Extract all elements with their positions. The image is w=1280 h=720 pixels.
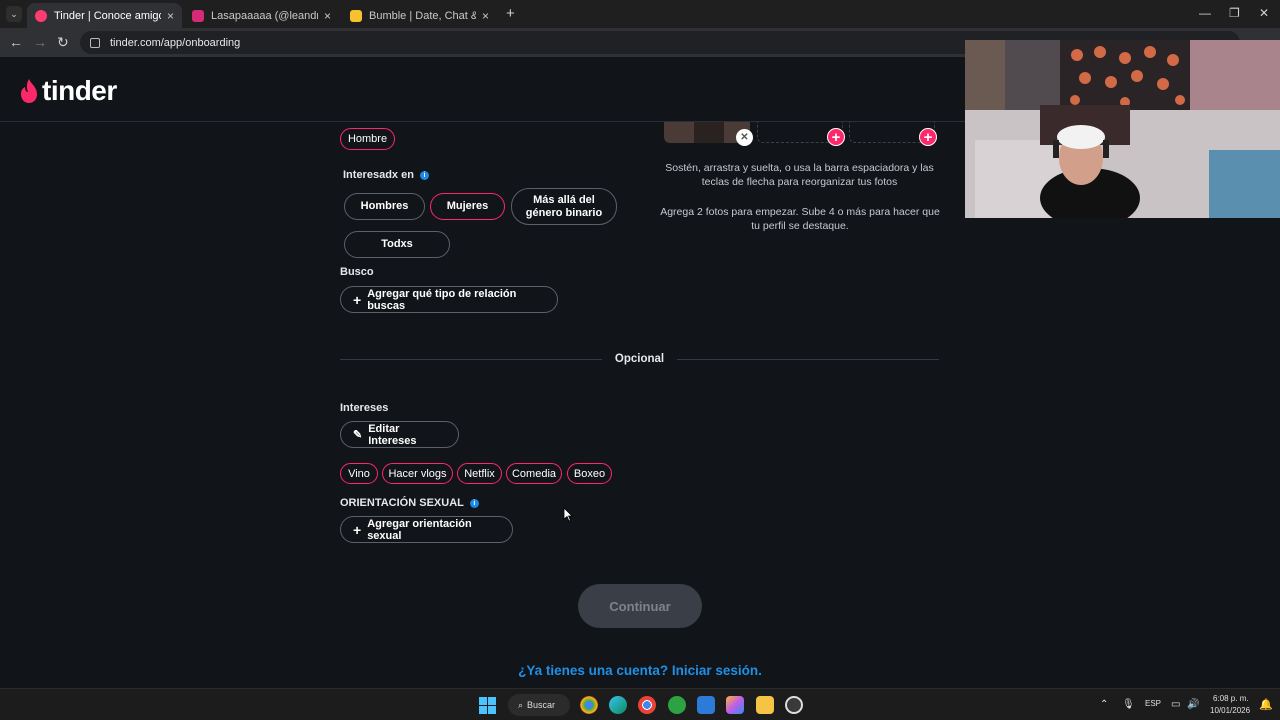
close-tab-icon[interactable]: ×	[324, 9, 331, 23]
volume-icon[interactable]: 🔊	[1187, 699, 1199, 710]
chrome-icon[interactable]	[638, 696, 656, 714]
option-todxs[interactable]: Todxs	[344, 231, 450, 258]
option-mujeres[interactable]: Mujeres	[430, 193, 505, 220]
tab-label: Tinder | Conoce amigos y gente	[54, 9, 161, 22]
tag-label: Vino	[348, 467, 370, 480]
login-link[interactable]: ¿Ya tienes una cuenta? Iniciar sesión.	[440, 663, 840, 678]
edit-interests-button[interactable]: ✎ Editar Intereses	[340, 421, 459, 448]
back-icon[interactable]: ←	[9, 34, 23, 50]
add-relationship-type-button[interactable]: + Agregar qué tipo de relación buscas	[340, 286, 558, 313]
tab-tinder[interactable]: Tinder | Conoce amigos y gente ×	[27, 3, 182, 28]
orientation-label: ORIENTACIÓN SEXUAL i	[340, 497, 479, 509]
tab-label: Bumble | Date, Chat & Meet Ne	[369, 9, 476, 22]
option-hombres[interactable]: Hombres	[344, 193, 425, 220]
clock-time[interactable]: 6:08 p. m.	[1213, 694, 1249, 703]
search-icon: ⌕	[518, 699, 524, 710]
plus-icon: +	[353, 521, 362, 538]
interest-tag: Comedia	[506, 463, 562, 484]
add-orientation-button[interactable]: + Agregar orientación sexual	[340, 516, 513, 543]
photo-thumbnail	[694, 122, 724, 143]
divider-line-left	[340, 359, 602, 360]
remove-photo-icon[interactable]: ✕	[736, 129, 753, 146]
language-indicator[interactable]: ESP	[1145, 699, 1161, 708]
instagram-favicon-icon	[192, 9, 204, 22]
tag-label: Hacer vlogs	[388, 467, 447, 480]
gender-selected-pill[interactable]: Hombre	[340, 128, 395, 150]
copilot-icon[interactable]	[726, 696, 744, 714]
add-photo-icon[interactable]: +	[919, 128, 937, 146]
tab-list-button[interactable]: ⌄	[6, 6, 22, 22]
webcam-overlay	[965, 40, 1280, 218]
option-label: Más allá del género binario	[525, 193, 603, 219]
close-window-icon[interactable]: ✕	[1259, 6, 1269, 20]
option-label: Mujeres	[446, 200, 489, 212]
option-label: Todxs	[381, 238, 413, 250]
bumble-favicon-icon	[350, 9, 362, 22]
microphone-icon[interactable]: 🎙	[1122, 699, 1135, 710]
tag-label: Boxeo	[573, 467, 606, 480]
continue-button[interactable]: Continuar	[578, 584, 702, 628]
looking-label: Busco	[340, 266, 374, 278]
gender-label: Hombre	[347, 132, 388, 145]
file-explorer-icon[interactable]	[756, 696, 774, 714]
browser-tab-bar: ⌄ Tinder | Conoce amigos y gente × Lasap…	[0, 0, 1280, 28]
notification-icon[interactable]: 🔔	[1259, 698, 1273, 711]
minimize-icon[interactable]: —	[1199, 6, 1211, 20]
webcam-image	[965, 40, 1280, 218]
windows-start-icon[interactable]	[479, 697, 496, 714]
tinder-logo[interactable]: tinder	[18, 75, 117, 107]
reload-icon[interactable]: ↻	[57, 34, 69, 51]
photo-hint-text: Agrega 2 fotos para empezar. Sube 4 o má…	[660, 206, 940, 232]
divider-line-right	[677, 359, 939, 360]
network-icon[interactable]: ▭	[1171, 699, 1180, 710]
photos-icon[interactable]	[697, 696, 715, 714]
interest-tag: Vino	[340, 463, 378, 484]
tray-overflow-icon[interactable]: ⌃	[1100, 699, 1108, 710]
option-label: Hombres	[360, 200, 409, 212]
flame-icon	[21, 79, 37, 103]
taskbar-search[interactable]: ⌕ Buscar	[508, 694, 570, 716]
orientation-label-text: ORIENTACIÓN SEXUAL	[340, 497, 464, 509]
new-tab-button[interactable]: +	[506, 5, 515, 22]
tag-label: Comedia	[511, 467, 557, 480]
close-tab-icon[interactable]: ×	[167, 9, 174, 23]
windows-taskbar: ⌕ Buscar ⌃ 🎙 ESP ▭ 🔊 6:08 p. m. 10/01/20…	[0, 688, 1280, 720]
edge-icon[interactable]	[609, 696, 627, 714]
url-text: tinder.com/app/onboarding	[110, 36, 241, 49]
photo-help-text: Sostén, arrastra y suelta, o usa la barr…	[665, 162, 934, 188]
forward-icon[interactable]: →	[33, 34, 47, 50]
tab-label: Lasapaaaaa (@leandroloaizam)	[211, 9, 318, 22]
tab-instagram[interactable]: Lasapaaaaa (@leandroloaizam) ×	[184, 3, 339, 28]
clock-date[interactable]: 10/01/2026	[1210, 706, 1250, 715]
info-icon[interactable]: i	[469, 498, 479, 508]
xbox-icon[interactable]	[668, 696, 686, 714]
pencil-icon: ✎	[353, 429, 363, 441]
search-label: Buscar	[527, 700, 556, 710]
interests-label: Intereses	[340, 402, 389, 414]
close-tab-icon[interactable]: ×	[482, 9, 489, 23]
site-info-icon[interactable]	[90, 37, 100, 48]
chrome-profile-icon[interactable]	[580, 696, 598, 714]
mouse-cursor-icon	[563, 507, 573, 522]
add-photo-icon[interactable]: +	[827, 128, 845, 146]
plus-icon: +	[353, 291, 362, 308]
obs-icon[interactable]	[785, 696, 803, 714]
interested-label: Interesadx en i	[343, 169, 429, 181]
option-mas-alla-binario[interactable]: Más allá del género binario	[511, 188, 617, 225]
button-label: Editar Intereses	[368, 422, 417, 447]
interest-tag: Boxeo	[567, 463, 612, 484]
tag-label: Netflix	[464, 467, 495, 480]
interested-label-text: Interesadx en	[343, 169, 414, 181]
restore-icon[interactable]: ❐	[1229, 6, 1240, 20]
interest-tag: Hacer vlogs	[382, 463, 453, 484]
button-label: Agregar qué tipo de relación buscas	[367, 287, 517, 312]
button-label: Agregar orientación sexual	[367, 517, 472, 542]
tab-bumble[interactable]: Bumble | Date, Chat & Meet Ne ×	[342, 3, 497, 28]
optional-heading: Opcional	[614, 353, 665, 365]
tinder-wordmark: tinder	[42, 75, 117, 106]
tinder-favicon-icon	[35, 9, 47, 22]
interest-tag: Netflix	[457, 463, 502, 484]
info-icon[interactable]: i	[419, 170, 429, 180]
